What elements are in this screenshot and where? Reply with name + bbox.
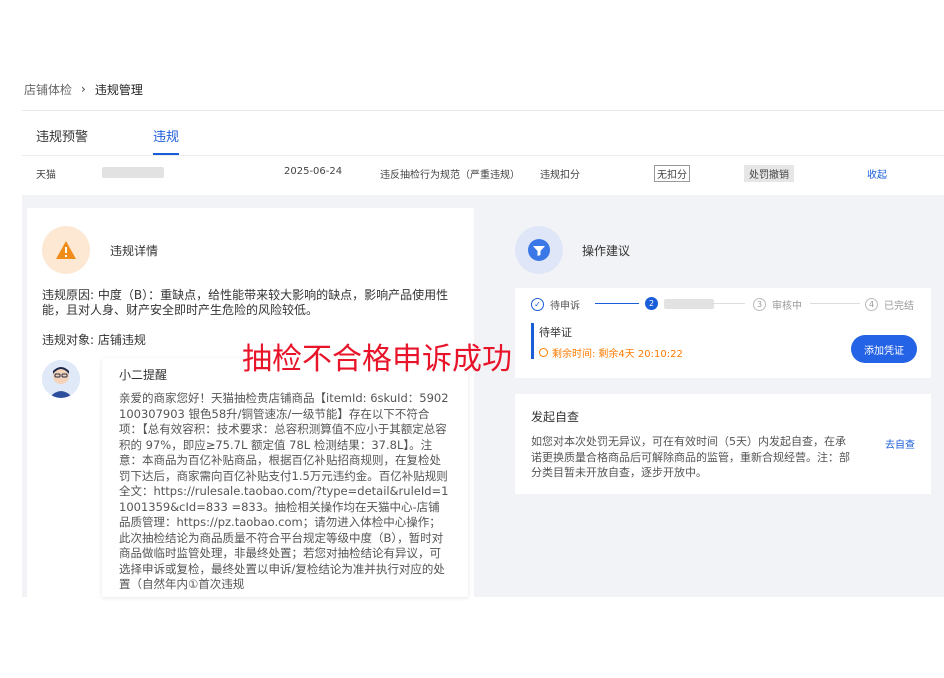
step-1-label: 待申诉 [550,301,580,312]
self-check-link[interactable]: 去自查 [885,436,915,451]
self-check-description: 如您对本次处罚无异议，可在有效时间（5天）内发起自查，在承诺更换质量合格商品后可… [531,435,850,479]
avatar [42,360,80,398]
step-4: 4 已完结 [865,297,914,312]
task-title: 待举证 [539,326,572,339]
collapse-link[interactable]: 收起 [867,166,887,181]
tab-bar: 违规预警 违规 [36,128,180,156]
redacted-step-label [664,298,714,309]
violation-target-text: 店铺违规 [97,333,146,347]
step-2-number: 2 [645,297,658,310]
self-check-title: 发起自查 [531,410,580,424]
step-4-label: 已完结 [884,301,914,312]
violation-reason: 违规原因: 中度（B）：重缺点，给性能带来较大影响的缺点，影响产品使用性能，且对… [42,288,462,318]
appeal-steps-card: ✓ 待申诉 2 3 审核中 4 已完结 待举证 剩余时间: 剩余4天 20:10… [515,288,931,378]
step-1: ✓ 待申诉 [531,297,580,312]
step-connector-3 [810,303,860,304]
step-4-number: 4 [865,298,878,311]
operation-advice-panel: 操作建议 ✓ 待申诉 2 3 审核中 4 已完结 待举证 剩余时间: 剩余4天 … [494,208,944,597]
tabs-divider [22,155,944,156]
penalty-label: 违规扣分 [540,170,580,181]
self-check-card: 发起自查 如您对本次处罚无异议，可在有效时间（5天）内发起自查，在承诺更换质量合… [515,394,931,494]
breadcrumb: 店铺体检 › 违规管理 [24,80,143,98]
step-connector-1 [595,303,639,304]
breadcrumb-divider [22,110,944,111]
tab-violation[interactable]: 违规 [153,128,180,155]
step-connector-2 [710,303,745,304]
breadcrumb-parent[interactable]: 店铺体检 [24,81,72,98]
overlay-caption: 抽检不合格申诉成功 [242,342,512,377]
action-status-badge: 处罚撤销 [744,165,794,182]
violation-detail-card: 违规详情 违规原因: 中度（B）：重缺点，给性能带来较大影响的缺点，影响产品使用… [27,208,474,597]
remaining-time-label: 剩余时间: [552,349,596,360]
system-message: 小二提醒 亲爱的商家您好！天猫抽检贵店铺商品【itemId: 6skuId：59… [102,358,468,597]
breadcrumb-separator: › [81,82,86,96]
violation-target: 违规对象: 店铺违规 [42,333,146,348]
step-3-label: 审核中 [772,301,802,312]
message-body: 亲爱的商家您好！天猫抽检贵店铺商品【itemId: 6skuId：5902100… [119,391,449,591]
violation-date: 2025-06-24 [284,166,343,177]
step-3: 3 审核中 [753,297,802,312]
funnel-icon [515,226,563,274]
violation-summary-row: 天猫 2025-06-24 违反抽检行为规范（严重违规） 违规扣分 无扣分 处罚… [22,160,944,186]
deduction-badge: 无扣分 [654,165,690,182]
operation-advice-title: 操作建议 [582,244,631,258]
violation-detail-title: 违规详情 [110,244,159,258]
warning-icon [42,226,90,274]
redacted-shop-name [102,167,164,178]
remaining-time: 剩余时间: 剩余4天 20:10:22 [539,345,683,360]
violation-reason-label: 违规原因: [42,288,95,302]
breadcrumb-current: 违规管理 [94,82,143,97]
check-icon: ✓ [531,298,544,311]
platform-label: 天猫 [36,170,56,181]
step-2: 2 [645,297,714,310]
clock-icon [539,348,548,357]
violation-target-label: 违规对象: [42,333,95,347]
tab-violation-warning[interactable]: 违规预警 [36,128,153,156]
violation-reason-text: 中度（B）：重缺点，给性能带来较大影响的缺点，影响产品使用性能，且对人身、财产安… [42,288,449,317]
violation-type: 违反抽检行为规范（严重违规） [380,170,520,181]
add-evidence-button[interactable]: 添加凭证 [851,335,917,363]
remaining-time-value: 剩余4天 20:10:22 [598,349,683,360]
task-accent-bar [531,323,534,359]
step-3-number: 3 [753,298,766,311]
